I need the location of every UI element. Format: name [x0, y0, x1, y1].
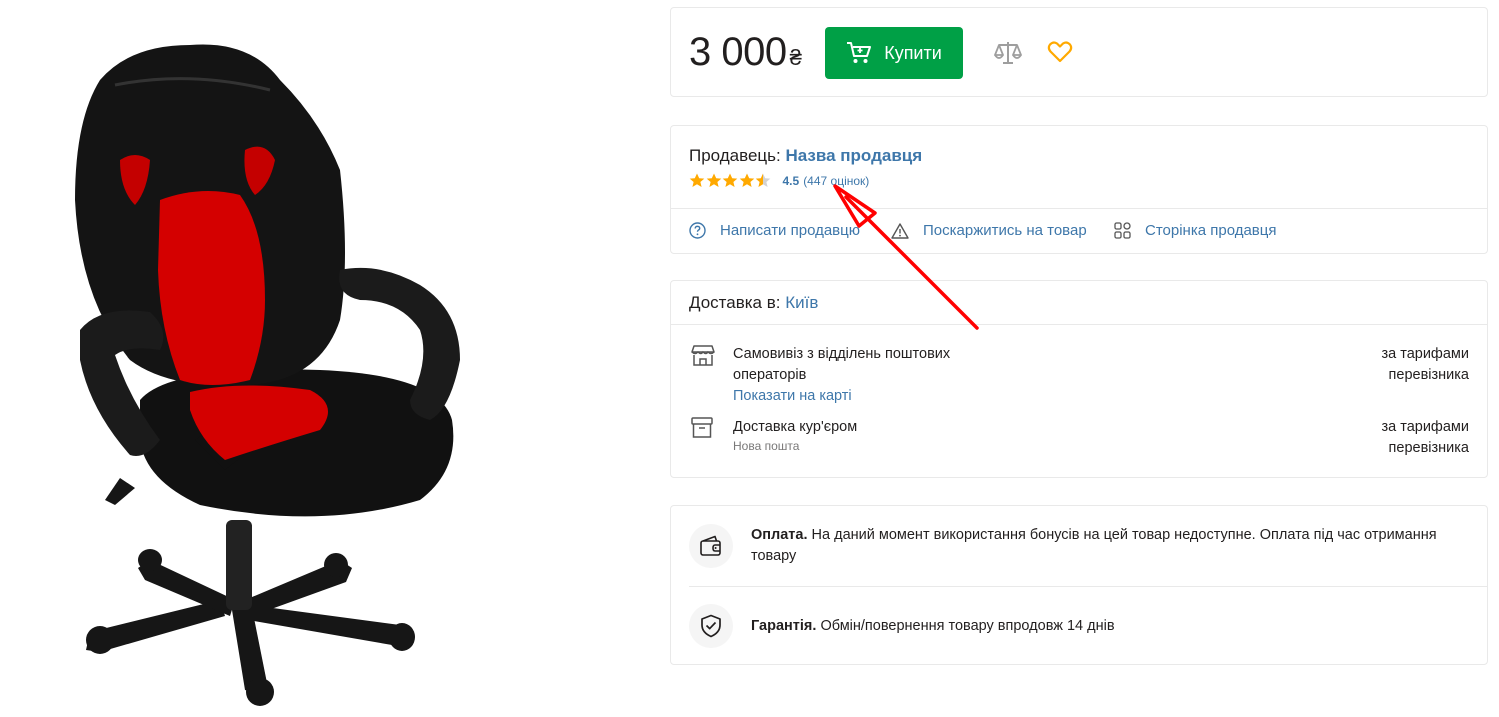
wishlist-heart-icon[interactable]	[1047, 40, 1073, 64]
write-seller-label: Написати продавцю	[720, 222, 860, 239]
divider	[671, 208, 1487, 209]
rating-stars	[689, 173, 772, 188]
seller-rating: 4.5 (447 оцінок)	[689, 173, 869, 188]
courier-title: Доставка кур'єром	[733, 419, 858, 435]
warranty-icon-wrap	[689, 604, 733, 648]
divider	[689, 586, 1487, 587]
star-half-icon	[755, 173, 771, 187]
currency-symbol: ₴	[789, 45, 802, 70]
write-seller-link[interactable]: Написати продавцю	[689, 222, 860, 239]
rating-value: 4.5	[782, 173, 800, 188]
seller-label: Продавець:	[689, 146, 781, 165]
payment-icon-wrap	[689, 524, 733, 568]
courier-option: Доставка кур'єром Нова пошта	[733, 417, 993, 454]
compare-icon[interactable]	[993, 39, 1023, 67]
seller-page-link[interactable]: Сторінка продавця	[1114, 222, 1277, 239]
price-card: 3 000 ₴ Купити	[670, 7, 1488, 97]
buy-button-label: Купити	[884, 42, 942, 63]
seller-card: Продавець: Назва продавця 4.5 (447 оціно…	[670, 125, 1488, 254]
help-circle-icon	[689, 222, 706, 239]
cart-icon	[847, 42, 872, 63]
star-full-icon	[722, 173, 738, 187]
shield-check-icon	[701, 614, 721, 638]
complain-label: Поскаржитись на товар	[923, 222, 1087, 239]
courier-carrier: Нова пошта	[733, 439, 800, 453]
delivery-heading: Доставка в: Київ	[689, 293, 818, 313]
store-icon	[691, 345, 715, 366]
seller-name-link[interactable]: Назва продавця	[785, 146, 922, 165]
product-image	[75, 44, 460, 706]
city-link[interactable]: Київ	[785, 293, 818, 312]
warranty-info: Гарантія. Обмін/повернення товару впродо…	[751, 616, 1451, 637]
delivery-label: Доставка в:	[689, 293, 781, 312]
buy-button[interactable]: Купити	[825, 27, 963, 79]
warranty-title: Гарантія.	[751, 618, 817, 634]
courier-price: за тарифами перевізника	[1381, 419, 1469, 456]
show-on-map-link[interactable]: Показати на карті	[733, 386, 993, 407]
seller-page-label: Сторінка продавця	[1145, 222, 1277, 239]
seller-line: Продавець: Назва продавця	[689, 146, 922, 166]
pickup-price: за тарифами перевізника	[1381, 346, 1469, 383]
reviews-count-link[interactable]: (447 оцінок)	[803, 174, 869, 188]
delivery-card: Доставка в: Київ Самовивіз з відділень п…	[670, 280, 1488, 478]
box-icon	[691, 417, 713, 438]
product-price: 3 000 ₴	[689, 30, 802, 75]
pickup-option: Самовивіз з відділень поштових операторі…	[733, 344, 993, 407]
warning-icon	[891, 222, 909, 239]
star-full-icon	[706, 173, 721, 187]
star-full-icon	[739, 173, 754, 187]
wallet-icon	[700, 535, 721, 556]
price-value: 3 000	[689, 30, 787, 74]
pickup-title: Самовивіз з відділень поштових операторі…	[733, 346, 951, 383]
payment-text: На даний момент використання бонусів на …	[751, 527, 1437, 564]
payment-title: Оплата.	[751, 527, 808, 543]
warranty-text: Обмін/повернення товару впродовж 14 днів	[820, 618, 1115, 634]
star-full-icon	[689, 173, 705, 187]
payment-info: Оплата. На даний момент використання бон…	[751, 525, 1451, 567]
divider	[671, 324, 1487, 325]
grid-icon	[1114, 222, 1131, 239]
info-card: Оплата. На даний момент використання бон…	[670, 505, 1488, 665]
complain-link[interactable]: Поскаржитись на товар	[891, 222, 1087, 239]
